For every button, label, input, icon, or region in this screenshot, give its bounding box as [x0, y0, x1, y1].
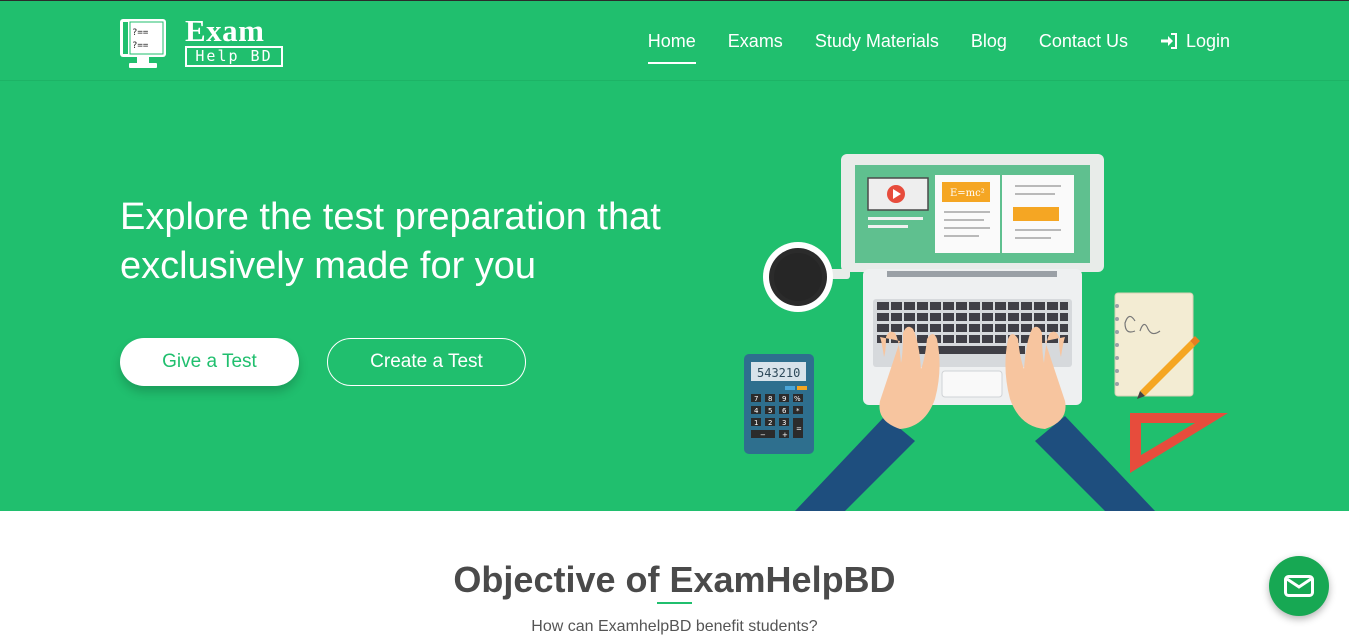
calc-key-7: 7	[754, 395, 758, 403]
objective-section: Objective of ExamHelpBD How can Examhelp…	[0, 511, 1349, 636]
triangle-ruler	[1130, 413, 1228, 473]
nav-study-materials[interactable]: Study Materials	[815, 1, 939, 81]
laptop-study-illustration: E=mc² 543210 7 8 9 % 4 5 6 * 1 2 3 = − +	[744, 154, 1228, 511]
brand-logo[interactable]: ?== ?== Exam Help BD	[119, 13, 289, 71]
calc-key-2: 2	[768, 419, 772, 427]
main-nav: Home Exams Study Materials Blog Contact …	[647, 1, 1230, 81]
exam-monitor-icon: ?== ?==	[120, 19, 166, 68]
nav-login[interactable]: Login	[1160, 1, 1230, 81]
create-test-button[interactable]: Create a Test	[327, 338, 526, 386]
calc-key-9: 9	[782, 395, 786, 403]
nav-blog[interactable]: Blog	[971, 1, 1007, 81]
calc-key-percent: %	[794, 395, 801, 403]
hero-title: Explore the test preparation that exclus…	[120, 196, 661, 287]
calc-key-8: 8	[768, 395, 772, 403]
hero-section: Explore the test preparation that exclus…	[0, 81, 1349, 511]
calc-key-equals: =	[796, 425, 802, 433]
objective-title-rest: of ExamHelpBD	[615, 559, 896, 600]
calc-key-1: 1	[754, 419, 758, 427]
formula-text: E=mc²	[950, 188, 985, 199]
nav-contact-us[interactable]: Contact Us	[1039, 1, 1128, 81]
calc-key-5: 5	[768, 407, 772, 415]
mail-icon	[1284, 575, 1314, 597]
objective-title-strong: Objective	[453, 559, 616, 600]
give-test-button[interactable]: Give a Test	[120, 338, 299, 386]
calculator-display: 543210	[757, 366, 800, 380]
calc-key-minus: −	[760, 431, 766, 439]
sign-in-icon	[1160, 33, 1177, 49]
objective-title: Objective of ExamHelpBD	[0, 559, 1349, 601]
svg-text:?==: ?==	[132, 28, 149, 38]
svg-text:?==: ?==	[132, 41, 149, 51]
login-label: Login	[1185, 31, 1230, 51]
calc-key-3: 3	[782, 419, 786, 427]
notebook	[1114, 292, 1200, 399]
calc-key-6: 6	[782, 407, 787, 415]
calculator: 543210 7 8 9 % 4 5 6 * 1 2 3 = − +	[744, 354, 814, 454]
calc-key-4: 4	[754, 407, 759, 415]
calc-key-plus: +	[782, 431, 788, 439]
objective-subtitle: How can ExamhelpBD benefit students?	[531, 618, 818, 635]
nav-home[interactable]: Home	[647, 1, 696, 81]
logo-word-exam: Exam	[185, 13, 265, 48]
contact-mail-button[interactable]	[1269, 556, 1329, 616]
coffee-cup	[763, 242, 850, 312]
navbar: ?== ?== Exam Help BD Home Exams Study Ma…	[0, 1, 1349, 81]
laptop-screen: E=mc²	[841, 154, 1104, 272]
title-underline	[657, 602, 692, 604]
calc-key-multiply: *	[796, 407, 800, 415]
logo-word-helpbd: Help BD	[185, 46, 283, 67]
nav-exams[interactable]: Exams	[728, 1, 783, 81]
